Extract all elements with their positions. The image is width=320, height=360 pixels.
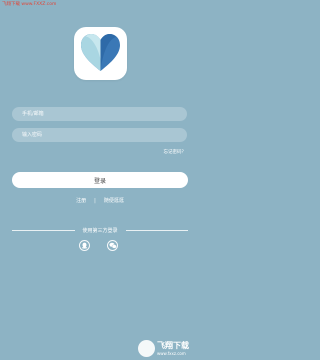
phone-email-input[interactable]: [12, 107, 187, 121]
forgot-password-link[interactable]: 忘记密码？: [164, 149, 187, 155]
qq-login-button[interactable]: [79, 240, 90, 251]
watermark-url: www.fxxz.com: [157, 351, 186, 356]
heart-logo-icon: [81, 34, 120, 71]
auth-links: 注册 | 随便逛逛: [0, 197, 200, 205]
login-button[interactable]: 登录: [12, 172, 188, 188]
qq-icon: [81, 242, 88, 249]
third-party-divider: 使用第三方登录: [12, 227, 189, 234]
wechat-login-button[interactable]: [107, 240, 118, 251]
register-link[interactable]: 注册: [76, 197, 86, 204]
app-logo: [74, 27, 127, 80]
watermark-title: 飞翔下载: [157, 341, 189, 350]
watermark-text-top: 飞翔下载 www.FXXZ.com: [2, 2, 57, 7]
password-input[interactable]: [12, 128, 187, 142]
link-separator: |: [94, 197, 96, 204]
watermark-logo-icon: [138, 340, 155, 357]
brand-watermark: 飞翔下载 www.fxxz.com: [138, 339, 198, 358]
third-party-label: 使用第三方登录: [82, 228, 118, 234]
divider-line-right: [125, 230, 189, 231]
browse-link[interactable]: 随便逛逛: [104, 197, 124, 204]
divider-line-left: [12, 230, 75, 231]
wechat-icon: [108, 242, 117, 249]
